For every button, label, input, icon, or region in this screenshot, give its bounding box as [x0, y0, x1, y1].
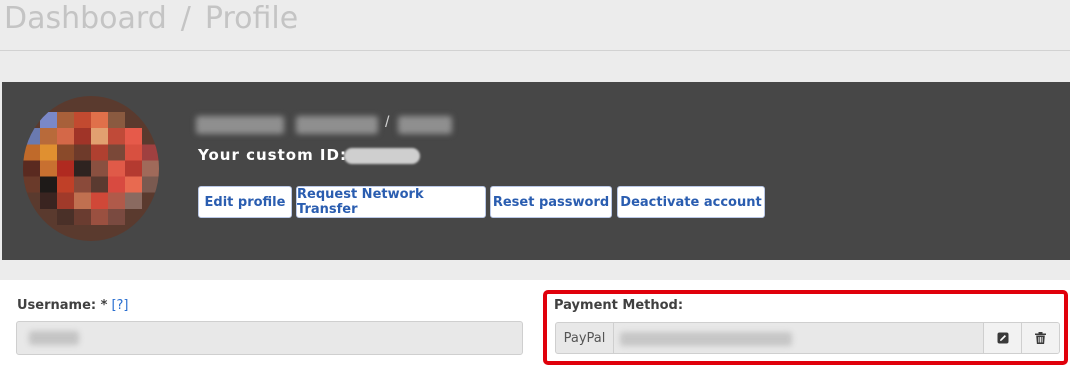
username-help-link[interactable]: [?]	[111, 298, 128, 313]
request-network-transfer-button[interactable]: Request Network Transfer	[296, 186, 486, 218]
username-label: Username: * [?]	[17, 298, 128, 313]
breadcrumb-item-profile: Profile	[204, 1, 299, 36]
custom-id-label: Your custom ID:	[198, 146, 347, 164]
edit-profile-button[interactable]: Edit profile	[198, 186, 292, 218]
name-redacted	[296, 116, 378, 134]
avatar-image	[23, 96, 159, 241]
username-field[interactable]	[16, 321, 523, 355]
breadcrumb-item-dashboard[interactable]: Dashboard	[4, 1, 167, 36]
username-label-text: Username: *	[17, 298, 108, 313]
name-redacted	[196, 116, 284, 134]
avatar	[23, 96, 159, 241]
header-divider	[0, 50, 1070, 51]
custom-id-value	[344, 148, 420, 164]
breadcrumb: Dashboard / Profile	[4, 0, 298, 38]
network-redacted	[398, 116, 452, 134]
breadcrumb-separator: /	[180, 1, 191, 36]
username-redacted	[29, 331, 79, 345]
payment-method-highlight	[543, 290, 1068, 365]
reset-password-button[interactable]: Reset password	[490, 186, 612, 218]
deactivate-account-button[interactable]: Deactivate account	[617, 186, 765, 218]
name-separator: /	[385, 114, 390, 131]
profile-banner: / Your custom ID: Edit profile Request N…	[2, 82, 1070, 260]
